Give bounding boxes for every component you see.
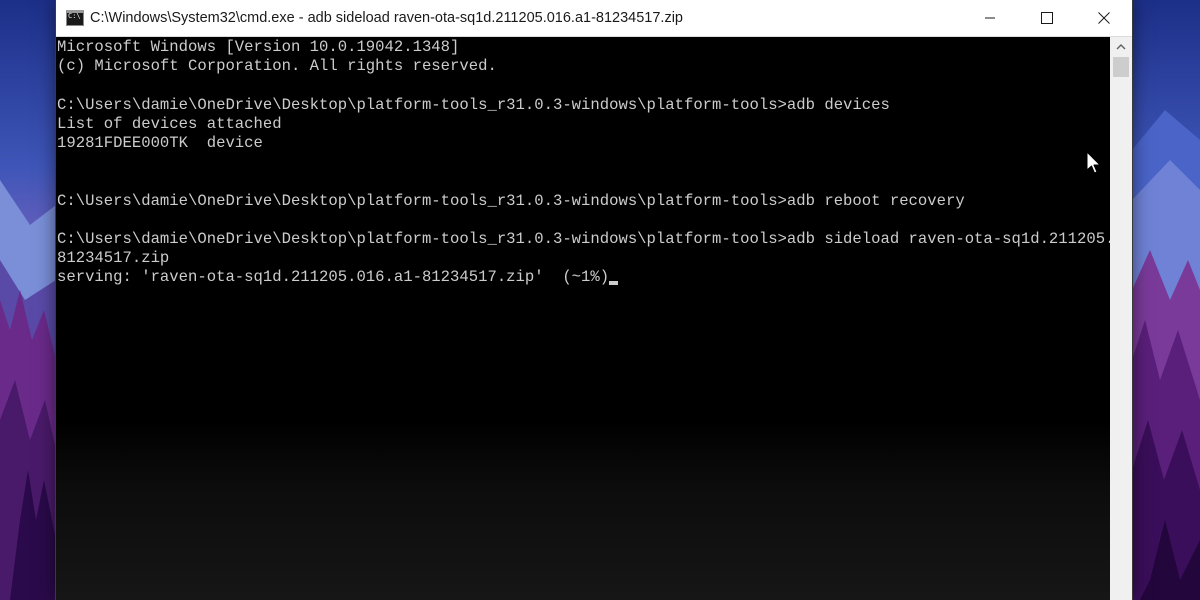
chevron-up-icon <box>1116 44 1126 50</box>
minimize-icon <box>984 17 995 19</box>
title-bar[interactable]: C:\Windows\System32\cmd.exe - adb sidelo… <box>56 0 1132 37</box>
console-line: serving: 'raven-ota-sq1d.211205.016.a1-8… <box>57 268 610 287</box>
scroll-thumb[interactable] <box>1113 57 1129 77</box>
cmd-icon[interactable] <box>66 10 84 26</box>
console-line: C:\Users\damie\OneDrive\Desktop\platform… <box>57 230 1110 249</box>
cmd-window: C:\Windows\System32\cmd.exe - adb sidelo… <box>56 0 1132 600</box>
console-line: C:\Users\damie\OneDrive\Desktop\platform… <box>57 191 965 210</box>
console-line: (c) Microsoft Corporation. All rights re… <box>57 57 497 76</box>
maximize-button[interactable] <box>1018 0 1075 36</box>
console-text: Microsoft Windows [Version 10.0.19042.13… <box>56 37 1110 288</box>
maximize-icon <box>1040 12 1053 24</box>
console-line: 81234517.zip <box>57 249 170 268</box>
text-cursor <box>609 281 618 285</box>
console-output[interactable]: Microsoft Windows [Version 10.0.19042.13… <box>56 37 1110 600</box>
close-button[interactable] <box>1075 0 1132 36</box>
minimize-button[interactable] <box>961 0 1018 36</box>
close-icon <box>1097 12 1110 24</box>
vertical-scrollbar[interactable] <box>1110 37 1132 600</box>
mouse-pointer-icon <box>1086 151 1101 174</box>
console-line: 19281FDEE000TK device <box>57 134 263 153</box>
console-line: Microsoft Windows [Version 10.0.19042.13… <box>57 38 460 56</box>
console-line: C:\Users\damie\OneDrive\Desktop\platform… <box>57 95 890 114</box>
console-line: List of devices attached <box>57 114 282 133</box>
scroll-up-button[interactable] <box>1110 37 1132 57</box>
window-title: C:\Windows\System32\cmd.exe - adb sidelo… <box>90 10 683 26</box>
